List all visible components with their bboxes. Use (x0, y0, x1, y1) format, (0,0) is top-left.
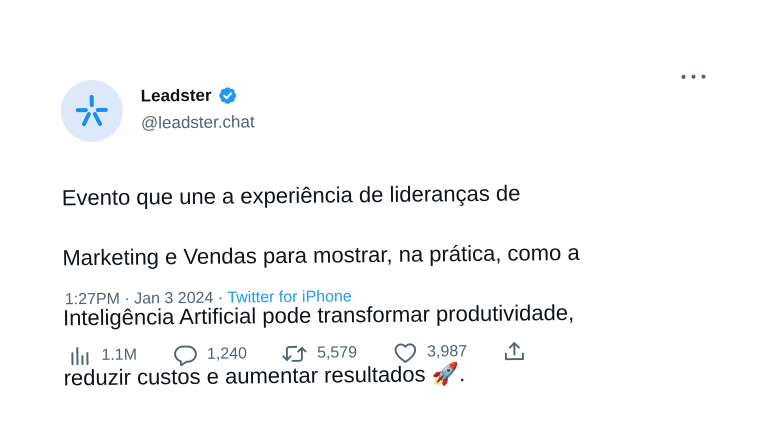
like-icon (393, 342, 417, 364)
tweet-time[interactable]: 1:27PM (65, 291, 120, 309)
meta-separator: · (213, 290, 227, 307)
more-options-button[interactable] (681, 67, 705, 87)
tweet-text: Evento que une a experiência de lideranç… (61, 147, 684, 423)
verified-badge-icon (217, 85, 237, 105)
retweet-button[interactable]: 5,579 (281, 342, 357, 365)
author-name[interactable]: Leadster (141, 86, 212, 107)
meta-separator: · (120, 291, 134, 308)
leadster-logo-icon (74, 93, 110, 129)
tweet-line: Evento que une a experiência de lideranç… (62, 177, 682, 213)
tweet-date[interactable]: Jan 3 2024 (134, 290, 213, 308)
tweet-line: Marketing e Vendas para mostrar, na prát… (62, 237, 682, 273)
reply-count: 1,240 (207, 345, 247, 363)
reply-icon (173, 344, 197, 366)
views-button[interactable]: 1.1M (69, 345, 137, 368)
like-button[interactable]: 3,987 (393, 341, 467, 364)
share-icon (503, 340, 525, 362)
like-count: 3,987 (427, 343, 467, 361)
avatar[interactable] (61, 80, 124, 143)
tweet-source-link[interactable]: Twitter for iPhone (227, 288, 352, 306)
views-count: 1.1M (101, 347, 137, 365)
share-button[interactable] (503, 340, 525, 362)
author-name-row: Leadster (141, 85, 238, 106)
more-options-icon (681, 75, 685, 79)
views-icon (69, 345, 91, 367)
reply-button[interactable]: 1,240 (173, 343, 247, 366)
tweet-card: Leadster @leadster.chat Evento que une a… (0, 0, 774, 448)
retweet-icon (281, 343, 307, 365)
tweet-meta: 1:27PM · Jan 3 2024 · Twitter for iPhone (65, 288, 352, 309)
author-handle[interactable]: @leadster.chat (141, 112, 255, 133)
retweet-count: 5,579 (317, 344, 357, 362)
